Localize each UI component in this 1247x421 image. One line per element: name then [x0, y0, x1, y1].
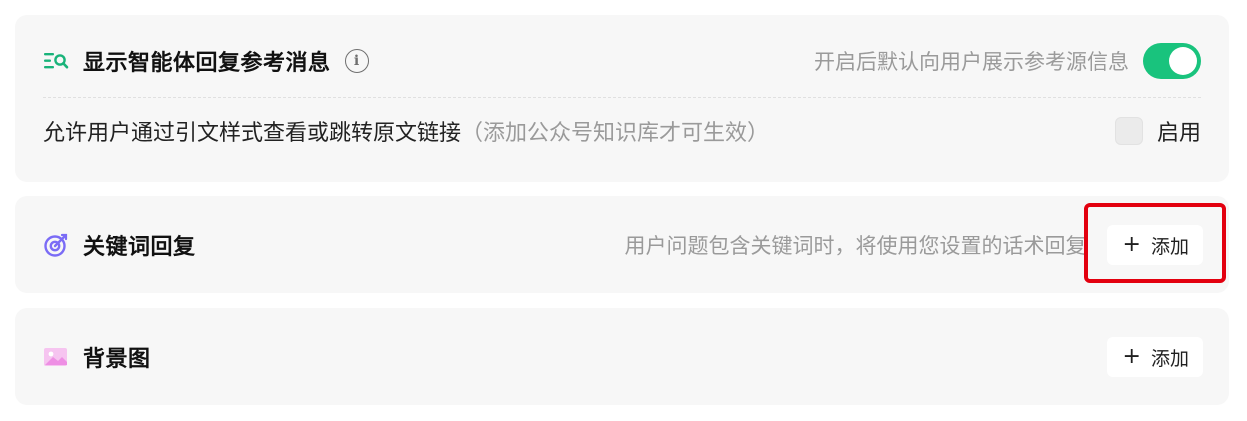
keyword-add-button[interactable]: + 添加 — [1106, 225, 1203, 265]
background-image-card: 背景图 + 添加 — [15, 308, 1229, 405]
plus-icon: + — [1122, 344, 1141, 369]
reference-title-group: 显示智能体回复参考消息 i — [43, 45, 369, 77]
keyword-add-label: 添加 — [1150, 235, 1189, 258]
background-image-row: 背景图 + 添加 — [43, 336, 1203, 378]
target-icon — [43, 232, 69, 258]
plus-icon: + — [1122, 232, 1141, 257]
enable-checkbox[interactable] — [1114, 117, 1143, 145]
reference-hint: 开启后默认向用户展示参考源信息 — [814, 50, 1129, 74]
citation-option-row: 允许用户通过引文样式查看或跳转原文链接（添加公众号知识库才可生效） 启用 — [43, 113, 1201, 149]
keyword-title-group: 关键词回复 — [43, 229, 196, 261]
reference-toggle[interactable] — [1143, 43, 1201, 79]
background-add-label: 添加 — [1150, 347, 1189, 370]
list-search-icon — [43, 50, 69, 72]
toggle-knob — [1169, 47, 1197, 75]
keyword-title: 关键词回复 — [83, 235, 196, 260]
reference-toggle-group: 开启后默认向用户展示参考源信息 — [814, 43, 1201, 79]
citation-option-text: 允许用户通过引文样式查看或跳转原文链接（添加公众号知识库才可生效） — [43, 115, 769, 147]
keyword-reply-card: 关键词回复 用户问题包含关键词时，将使用您设置的话术回复 + 添加 — [15, 196, 1229, 293]
image-icon — [43, 346, 69, 368]
citation-option-note: （添加公众号知识库才可生效） — [461, 121, 770, 146]
reference-header-row: 显示智能体回复参考消息 i 开启后默认向用户展示参考源信息 — [43, 43, 1201, 79]
background-title-group: 背景图 — [43, 341, 151, 373]
keyword-hint: 用户问题包含关键词时，将使用您设置的话术回复 — [624, 234, 1087, 258]
keyword-right-group: 用户问题包含关键词时，将使用您设置的话术回复 + 添加 — [625, 225, 1203, 265]
reference-settings-card: 显示智能体回复参考消息 i 开启后默认向用户展示参考源信息 允许用户通过引文样式… — [15, 15, 1229, 182]
info-icon[interactable]: i — [344, 49, 369, 73]
dashed-divider — [43, 97, 1201, 98]
enable-checkbox-label[interactable]: 启用 — [1157, 115, 1201, 147]
citation-option-label: 允许用户通过引文样式查看或跳转原文链接 — [43, 121, 462, 146]
background-add-button[interactable]: + 添加 — [1106, 337, 1203, 377]
background-title: 背景图 — [83, 347, 151, 372]
reference-title: 显示智能体回复参考消息 — [83, 51, 331, 76]
enable-checkbox-group[interactable]: 启用 — [1114, 115, 1201, 147]
keyword-reply-row: 关键词回复 用户问题包含关键词时，将使用您设置的话术回复 + 添加 — [43, 224, 1203, 266]
